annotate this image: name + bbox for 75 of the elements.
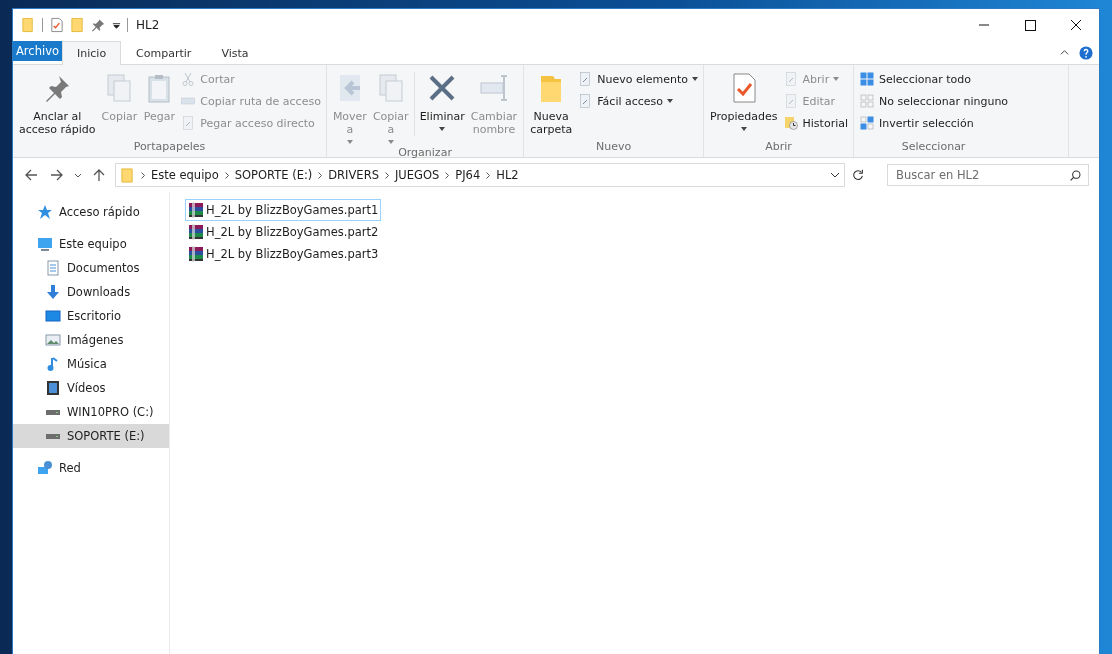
nav-item[interactable]: Documentos [13, 256, 169, 280]
breadcrumb[interactable]: JUEGOS [394, 168, 440, 182]
ribbon-button[interactable]: Historial [780, 113, 851, 133]
document-icon [45, 260, 61, 276]
nav-item[interactable]: Acceso rápido [13, 200, 169, 224]
ribbon-button[interactable]: Anclar al acceso rápido [16, 68, 99, 140]
nav-item[interactable]: Escritorio [13, 304, 169, 328]
ribbon-button[interactable]: Fácil acceso [575, 91, 701, 111]
down-arrow-icon [45, 284, 61, 300]
scissors-icon [180, 71, 197, 87]
collapse-ribbon-icon[interactable] [1060, 48, 1069, 57]
properties-icon[interactable] [49, 17, 64, 33]
ribbon-button[interactable]: Eliminar [416, 68, 468, 146]
file-item[interactable]: H_2L by BlizzBoyGames.part3 [185, 243, 382, 265]
picture-icon [45, 332, 61, 348]
ribbon-button[interactable]: Nuevo elemento [575, 69, 701, 89]
pushpin-icon[interactable] [91, 17, 106, 33]
monitor-icon [37, 236, 53, 252]
desktop-icon [45, 308, 61, 324]
star-icon [37, 204, 53, 220]
nav-item[interactable]: Red [13, 456, 169, 480]
nav-item[interactable]: Música [13, 352, 169, 376]
refresh-icon[interactable] [851, 168, 865, 182]
file-menu-tab[interactable]: Archivo [13, 41, 62, 61]
folder-icon [120, 166, 135, 184]
nav-item[interactable]: Este equipo [13, 232, 169, 256]
search-icon [1069, 169, 1082, 182]
chevron-icon [445, 171, 450, 179]
select-none-icon [859, 93, 876, 109]
group-label: Portapapeles [132, 140, 207, 155]
drive-icon [46, 433, 60, 439]
ribbon-button[interactable]: No seleccionar ninguno [857, 91, 1011, 111]
help-icon[interactable] [1079, 45, 1093, 60]
file-item[interactable]: H_2L by BlizzBoyGames.part2 [185, 221, 382, 243]
select-all-icon [859, 71, 876, 87]
drive-icon [46, 409, 60, 415]
chevron-icon [224, 171, 229, 179]
ribbon-button[interactable]: Propiedades [707, 68, 781, 140]
chevron-icon [141, 171, 145, 179]
nav-item[interactable]: Vídeos [13, 376, 169, 400]
breadcrumb[interactable]: DRIVERS [328, 168, 379, 182]
dropdown-icon[interactable] [830, 170, 840, 180]
breadcrumb[interactable]: HL2 [496, 168, 519, 182]
ribbon-button[interactable]: Nueva carpeta [527, 68, 576, 140]
nav-item[interactable]: Downloads [13, 280, 169, 304]
archive-books-icon [188, 246, 204, 262]
chevron-icon [318, 171, 323, 179]
nav-item[interactable]: SOPORTE (E:) [13, 424, 169, 448]
archive-books-icon [188, 202, 204, 218]
breadcrumb[interactable]: SOPORTE (E:) [234, 168, 313, 182]
archive-books-icon [188, 224, 204, 240]
rename-icon [477, 72, 510, 104]
ribbon-tab[interactable]: Compartir [121, 41, 207, 64]
nav-item[interactable]: Imágenes [13, 328, 169, 352]
chevron-icon [486, 171, 491, 179]
group-label: Seleccionar [900, 140, 967, 155]
ribbon-button[interactable]: Seleccionar todo [857, 69, 1011, 89]
file-item[interactable]: H_2L by BlizzBoyGames.part1 [185, 199, 382, 221]
group-label: Abrir [764, 140, 793, 155]
nav-item[interactable]: WIN10PRO (C:) [13, 400, 169, 424]
group-label: Nuevo [595, 140, 633, 155]
ribbon-tab[interactable]: Inicio [62, 41, 122, 65]
address-bar[interactable]: Este equipo SOPORTE (E:) DRIVERS JUEGOS PJ64 HL2 [115, 163, 845, 187]
breadcrumb[interactable]: PJ64 [455, 168, 481, 182]
history-icon [782, 115, 799, 131]
film-icon [45, 380, 61, 396]
group-label: Organizar [397, 146, 453, 161]
invert-icon [859, 115, 876, 131]
search-field[interactable]: Buscar en HL2 [887, 164, 1089, 186]
chevron-icon [384, 171, 389, 179]
window-title: HL2 [136, 18, 160, 32]
dropdown-icon[interactable] [112, 20, 121, 30]
breadcrumb[interactable]: Este equipo [151, 168, 219, 182]
ribbon-tab[interactable]: Vista [206, 41, 264, 64]
ribbon-button[interactable]: Invertir selección [857, 113, 1011, 133]
